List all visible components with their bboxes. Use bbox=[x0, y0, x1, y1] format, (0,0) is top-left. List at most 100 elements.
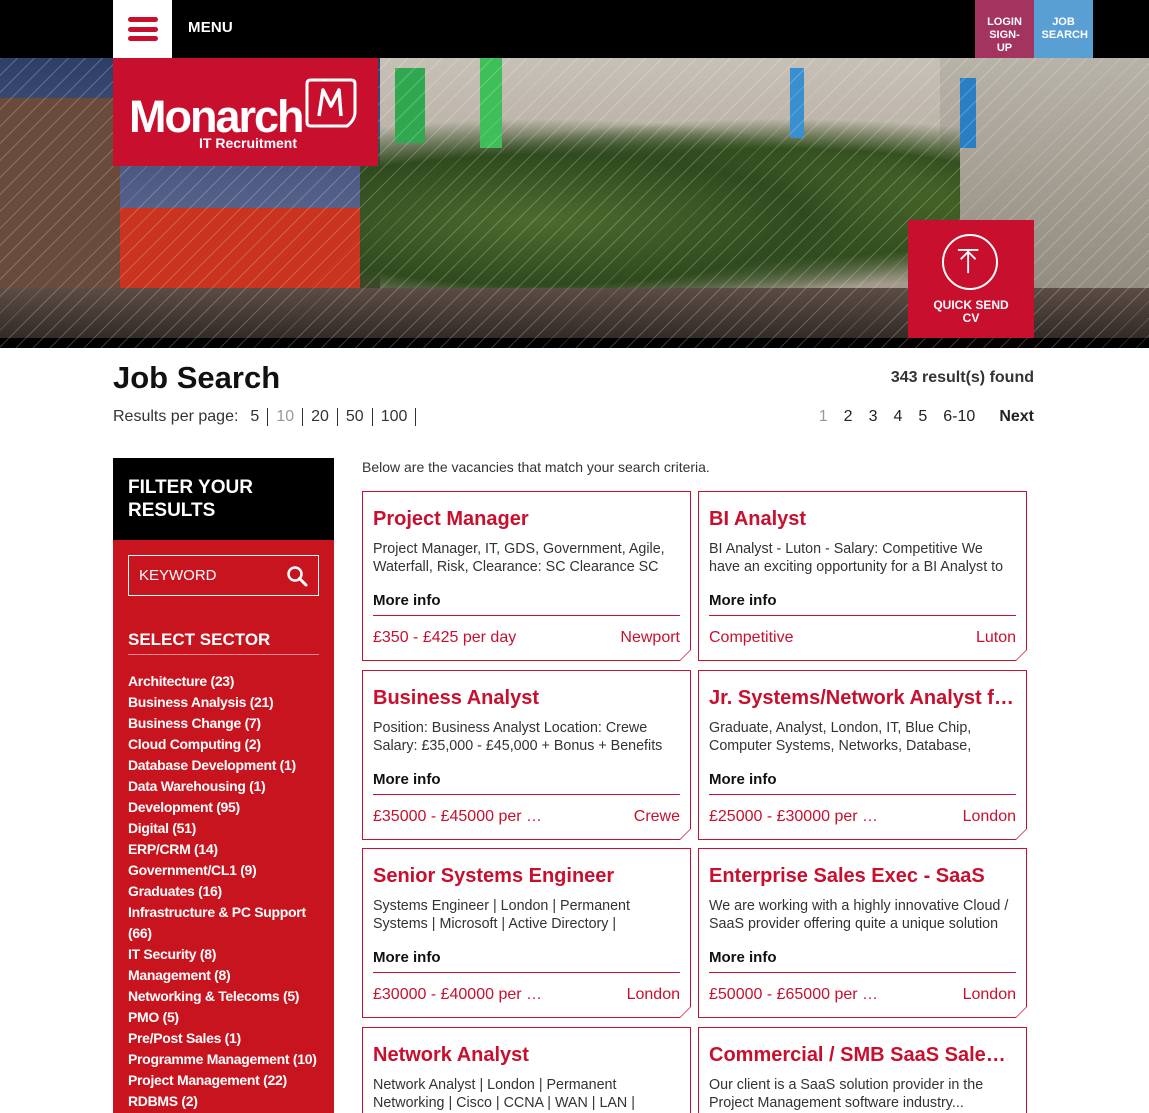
sector-item[interactable]: Development (95) bbox=[128, 797, 323, 818]
job-search-button[interactable]: JOB SEARCH bbox=[1034, 0, 1093, 58]
pagination: 1 2 3 4 5 6-10 Next bbox=[803, 408, 1034, 426]
menu-label[interactable]: MENU bbox=[188, 19, 233, 36]
job-title[interactable]: Enterprise Sales Exec - SaaS bbox=[709, 865, 1016, 888]
sector-item[interactable]: Networking & Telecoms (5) bbox=[128, 986, 323, 1007]
more-info-link[interactable]: More info bbox=[373, 771, 441, 788]
job-salary: Competitive bbox=[709, 629, 794, 646]
job-location: Newport bbox=[620, 629, 680, 646]
job-description: Network Analyst | London | Permanent Net… bbox=[373, 1077, 635, 1111]
more-info-link[interactable]: More info bbox=[709, 771, 777, 788]
filter-sidebar: KEYWORD SELECT SECTOR Architecture (23) … bbox=[113, 540, 334, 1113]
page-link[interactable]: 4 bbox=[893, 408, 902, 426]
sector-item[interactable]: Digital (51) bbox=[128, 818, 323, 839]
login-signup-button[interactable]: LOGIN SIGN-UP bbox=[975, 0, 1034, 58]
sector-item[interactable]: IT Security (8) bbox=[128, 944, 323, 965]
next-page-link[interactable]: Next bbox=[999, 408, 1034, 426]
results-per-page: Results per page: 5 10 20 50 100 bbox=[113, 408, 417, 426]
job-card[interactable]: BI Analyst BI Analyst - Luton - Salary: … bbox=[698, 491, 1027, 661]
job-card[interactable]: Senior Systems Engineer Systems Engineer… bbox=[362, 848, 691, 1018]
job-title[interactable]: Jr. Systems/Network Analyst f… bbox=[709, 687, 1016, 710]
card-divider bbox=[373, 972, 680, 973]
job-card[interactable]: Jr. Systems/Network Analyst f… Graduate,… bbox=[698, 670, 1027, 840]
page-link-current[interactable]: 1 bbox=[819, 408, 828, 426]
job-salary: £25000 - £30000 per … bbox=[709, 808, 879, 825]
sector-item[interactable]: Data Warehousing (1) bbox=[128, 776, 323, 797]
sector-item[interactable]: Government/CL1 (9) bbox=[128, 860, 323, 881]
per-page-option[interactable]: 20 bbox=[303, 408, 338, 426]
sector-item[interactable]: Business Analysis (21) bbox=[128, 692, 323, 713]
sector-item[interactable]: Business Change (7) bbox=[128, 713, 323, 734]
hamburger-icon bbox=[127, 17, 158, 41]
per-page-option[interactable]: 100 bbox=[373, 408, 417, 426]
job-title[interactable]: BI Analyst bbox=[709, 508, 1016, 531]
sector-item[interactable]: Programme Management (10) bbox=[128, 1049, 323, 1070]
sector-item[interactable]: PMO (5) bbox=[128, 1007, 323, 1028]
sector-item[interactable]: Pre/Post Sales (1) bbox=[128, 1028, 323, 1049]
sector-item[interactable]: Architecture (23) bbox=[128, 671, 323, 692]
page-link[interactable]: 2 bbox=[844, 408, 853, 426]
sector-item[interactable]: Infrastructure & PC Support (66) bbox=[128, 902, 323, 944]
job-salary: £350 - £425 per day bbox=[373, 629, 517, 646]
card-divider bbox=[709, 972, 1016, 973]
brand-name: Monarch bbox=[129, 91, 305, 142]
card-divider bbox=[373, 794, 680, 795]
search-icon[interactable] bbox=[286, 565, 308, 587]
sector-title: SELECT SECTOR bbox=[128, 630, 271, 649]
job-card[interactable]: Business Analyst Position: Business Anal… bbox=[362, 670, 691, 840]
job-title[interactable]: Network Analyst bbox=[373, 1044, 680, 1067]
per-page-option[interactable]: 50 bbox=[338, 408, 373, 426]
job-search-label: JOB SEARCH bbox=[1041, 16, 1088, 41]
job-salary: £35000 - £45000 per … bbox=[373, 808, 543, 825]
job-card[interactable]: Enterprise Sales Exec - SaaS We are work… bbox=[698, 848, 1027, 1018]
results-count: 343 result(s) found bbox=[890, 369, 1034, 386]
job-title[interactable]: Commercial / SMB SaaS Sales … bbox=[709, 1044, 1016, 1067]
per-page-option-selected[interactable]: 10 bbox=[268, 408, 304, 426]
page-link[interactable]: 6-10 bbox=[943, 408, 975, 426]
more-info-link[interactable]: More info bbox=[709, 949, 777, 966]
job-card[interactable]: Commercial / SMB SaaS Sales … Our client… bbox=[698, 1027, 1027, 1113]
job-title[interactable]: Business Analyst bbox=[373, 687, 680, 710]
sector-item[interactable]: Cloud Computing (2) bbox=[128, 734, 323, 755]
hamburger-menu-button[interactable] bbox=[113, 0, 172, 58]
sector-item[interactable]: Database Development (1) bbox=[128, 755, 323, 776]
sector-item[interactable]: Management (8) bbox=[128, 965, 323, 986]
sector-item[interactable]: Project Management (22) bbox=[128, 1070, 323, 1091]
sector-list: Architecture (23) Business Analysis (21)… bbox=[128, 671, 323, 1112]
job-card[interactable]: Network Analyst Network Analyst | London… bbox=[362, 1027, 691, 1113]
job-card[interactable]: Project Manager Project Manager, IT, GDS… bbox=[362, 491, 691, 661]
job-title[interactable]: Project Manager bbox=[373, 508, 680, 531]
job-salary: £30000 - £40000 per … bbox=[373, 986, 543, 1003]
more-info-link[interactable]: More info bbox=[373, 592, 441, 609]
job-description: BI Analyst - Luton - Salary: Competitive… bbox=[709, 541, 1004, 575]
keyword-search-input[interactable]: KEYWORD bbox=[128, 555, 319, 596]
job-location: London bbox=[626, 986, 680, 1003]
per-page-label: Results per page: bbox=[113, 408, 239, 425]
sector-item[interactable]: Graduates (16) bbox=[128, 881, 323, 902]
brand-logo[interactable]: Monarch IT Recruitment bbox=[113, 58, 378, 166]
per-page-option[interactable]: 5 bbox=[242, 408, 269, 426]
sector-divider bbox=[128, 654, 319, 655]
sector-item[interactable]: RDBMS (2) bbox=[128, 1091, 323, 1112]
monarch-m-logo-icon bbox=[305, 78, 357, 128]
job-location: London bbox=[962, 986, 1016, 1003]
job-description: Our client is a SaaS solution provider i… bbox=[709, 1077, 984, 1111]
job-description: Position: Business Analyst Location: Cre… bbox=[373, 720, 663, 754]
quick-send-cv-button[interactable]: QUICK SEND CV bbox=[908, 220, 1034, 338]
job-description: We are working with a highly innovative … bbox=[709, 898, 1009, 932]
sector-item[interactable]: ERP/CRM (14) bbox=[128, 839, 323, 860]
quick-send-label: QUICK SEND CV bbox=[933, 298, 1009, 325]
page-title: Job Search bbox=[113, 360, 281, 395]
more-info-link[interactable]: More info bbox=[373, 949, 441, 966]
keyword-placeholder: KEYWORD bbox=[139, 567, 217, 584]
job-title[interactable]: Senior Systems Engineer bbox=[373, 865, 680, 888]
login-signup-label: LOGIN SIGN-UP bbox=[987, 16, 1022, 54]
brand-tagline: IT Recruitment bbox=[199, 135, 298, 151]
page-link[interactable]: 5 bbox=[918, 408, 927, 426]
more-info-link[interactable]: More info bbox=[709, 592, 777, 609]
card-divider bbox=[709, 794, 1016, 795]
page-link[interactable]: 3 bbox=[869, 408, 878, 426]
filter-heading-text: FILTER YOUR RESULTS bbox=[128, 477, 253, 521]
results-intro: Below are the vacancies that match your … bbox=[362, 459, 710, 475]
card-divider bbox=[373, 615, 680, 616]
job-description: Systems Engineer | London | Permanent Sy… bbox=[373, 898, 630, 932]
